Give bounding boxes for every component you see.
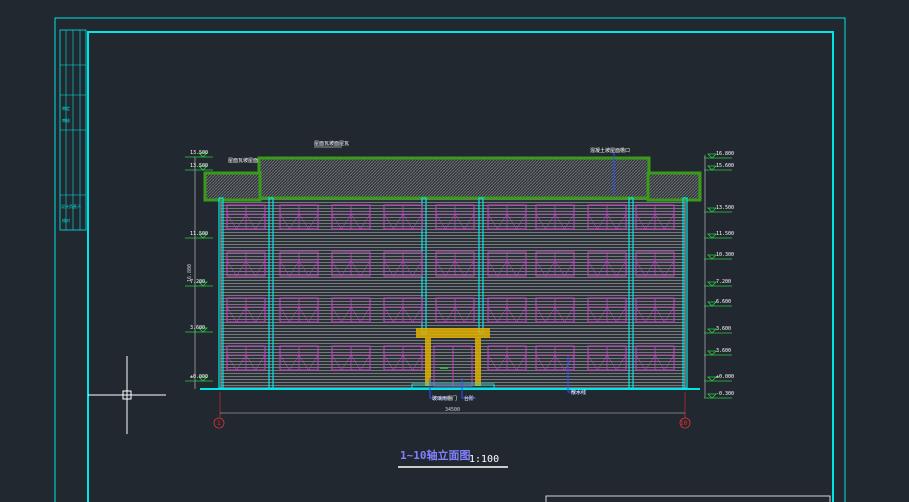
level-text: 16.800 — [716, 151, 734, 157]
level-text: 3.600 — [716, 348, 731, 354]
level-marker: 3.600 — [185, 325, 213, 333]
level-marker: 6.600 — [704, 299, 732, 307]
level-marker: 11.500 — [704, 231, 734, 239]
axis-start-label: 1 — [217, 420, 221, 427]
level-text: 3.600 — [190, 325, 205, 331]
drawing-scale: 1:100 — [469, 454, 499, 465]
building-elevation[interactable] — [200, 152, 702, 399]
title-block-label: 设计负责人 — [61, 203, 81, 209]
level-marker: 7.200 — [704, 279, 732, 287]
title-block-label: 审定 — [62, 105, 70, 111]
title-block-label: 审核 — [62, 117, 70, 123]
right-level-markers: 16.800 15.600 13.500 11.500 10.300 7.200 6.600… — [704, 151, 734, 399]
label-step: 台阶 — [464, 395, 474, 402]
level-marker: 13.500 — [185, 163, 213, 171]
level-marker: 3.600 — [704, 326, 732, 334]
level-marker: 7.200 — [185, 279, 213, 287]
level-marker: 16.800 — [704, 151, 734, 159]
level-marker: -0.300 — [704, 391, 734, 399]
roof-main — [257, 156, 651, 200]
level-text: ±0.000 — [190, 374, 208, 380]
level-text: -0.300 — [716, 391, 734, 397]
level-text: 13.500 — [716, 205, 734, 211]
roof-left-wing — [203, 171, 262, 202]
overall-dimension-text: 34500 — [445, 407, 460, 413]
level-text: 15.600 — [716, 163, 734, 169]
level-text: 11.500 — [190, 231, 208, 237]
level-marker: ±0.000 — [704, 374, 734, 382]
level-marker: 3.600 — [704, 348, 732, 356]
axis-end-label: 10 — [680, 420, 688, 427]
label-ramp: 散水线 — [571, 389, 586, 396]
level-marker: ±0.000 — [185, 374, 213, 382]
roof-note-left: 屋面瓦坡屋面 — [228, 157, 258, 164]
bottom-title-bar — [545, 495, 831, 502]
drawing-title: 1~10轴立面图 — [400, 448, 471, 462]
level-text: 7.200 — [190, 279, 205, 285]
level-text: 10.300 — [716, 252, 734, 258]
title-block-label: 校对 — [62, 217, 70, 223]
level-marker: 15.600 — [704, 163, 734, 171]
crosshair-cursor-icon — [88, 356, 166, 434]
level-text: 13.500 — [190, 150, 208, 156]
level-text: 7.200 — [716, 279, 731, 285]
level-text: 3.600 — [716, 326, 731, 332]
level-text: 6.600 — [716, 299, 731, 305]
title-block: 审定 审核 设计负责人 校对 — [59, 29, 87, 231]
label-entrance: 玻璃雨棚门 — [432, 395, 457, 402]
roof-note-center: 屋面瓦坡面屋瓦 — [314, 140, 349, 147]
level-marker: 13.500 — [185, 150, 213, 158]
level-text: ±0.000 — [716, 374, 734, 380]
drawing-title-block: 1~10轴立面图 1:100 — [398, 448, 508, 468]
level-text: 11.500 — [716, 231, 734, 237]
level-text: 13.500 — [190, 163, 208, 169]
level-marker: 13.500 — [704, 205, 734, 213]
roof-right-wing — [646, 171, 702, 202]
level-marker: 10.300 — [704, 252, 734, 260]
roof-note-right: 混凝土坡屋面檐口 — [590, 147, 630, 154]
level-marker: 11.500 — [185, 231, 213, 239]
